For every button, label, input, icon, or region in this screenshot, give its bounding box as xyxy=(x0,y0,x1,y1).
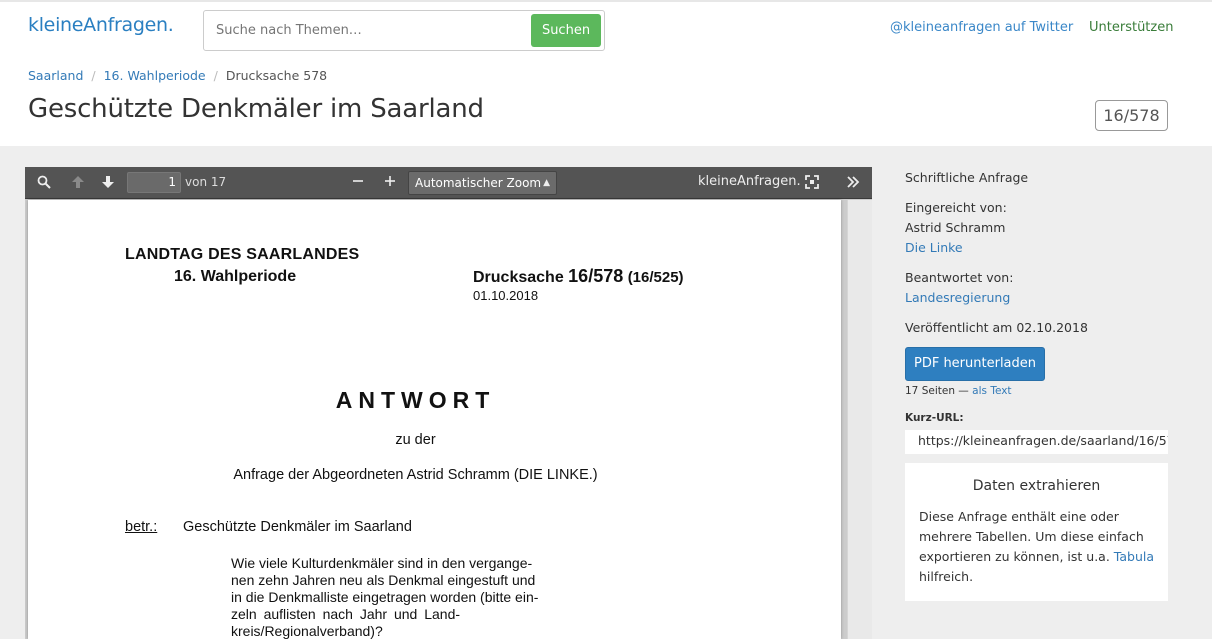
breadcrumb: Saarland / 16. Wahlperiode / Drucksache 578 xyxy=(28,68,327,83)
document-header-landtag: LANDTAG DES SAARLANDES xyxy=(125,246,360,263)
viewer-brand-logo: kleineAnfragen. xyxy=(698,174,801,189)
document-heading: ANTWORT xyxy=(335,387,496,413)
next-page-icon[interactable] xyxy=(97,173,119,193)
pdf-page: LANDTAG DES SAARLANDES 16. Wahlperiode D… xyxy=(28,200,841,639)
zoom-select-value: Automatischer Zoom xyxy=(415,176,542,190)
zoom-in-icon[interactable] xyxy=(379,173,401,193)
breadcrumb-separator: / xyxy=(213,68,218,83)
extract-data-panel: Daten extrahieren Diese Anfrage enthält … xyxy=(905,463,1168,601)
document-betr-title: Geschützte Denkmäler im Saarland xyxy=(183,519,412,535)
document-date: 01.10.2018 xyxy=(473,288,539,303)
download-pdf-button[interactable]: PDF herunterladen xyxy=(905,347,1045,381)
submitter-name: Astrid Schramm xyxy=(905,220,1006,235)
pdf-viewer: 1 von 17 Automatischer Zoom ▲ kleineAnfr… xyxy=(25,167,872,639)
document-question-line: zeln auflisten nach Jahr und Land- xyxy=(231,606,461,622)
site-logo[interactable]: kleineAnfragen. xyxy=(28,14,174,36)
document-betr-label: betr.: xyxy=(125,519,158,535)
extract-data-text: hilfreich. xyxy=(919,569,974,584)
document-question-line: Wie viele Kulturdenkmäler sind in den ve… xyxy=(231,555,533,571)
answering-body-link[interactable]: Landesregierung xyxy=(905,290,1010,305)
submitter-party-link[interactable]: Die Linke xyxy=(905,240,963,255)
top-navigation-bar: kleineAnfragen. Suchen @kleineanfragen a… xyxy=(0,0,1212,56)
document-question-line: nen zehn Jahren neu als Denkmal eingestu… xyxy=(231,572,536,588)
extract-data-title: Daten extrahieren xyxy=(972,478,1101,494)
document-question-line: in die Denkmalliste eingetragen worden (… xyxy=(231,589,539,605)
support-link[interactable]: Unterstützen xyxy=(1089,20,1173,35)
submitted-by-label: Eingereicht von: xyxy=(905,200,1007,215)
document-drucksache: Drucksache 16/578 (16/525) xyxy=(473,266,684,287)
pdf-scrollbar[interactable] xyxy=(847,200,872,639)
pdf-toolbar: 1 von 17 Automatischer Zoom ▲ kleineAnfr… xyxy=(25,167,872,199)
document-question-line: kreis/Regionalverband)? xyxy=(231,623,383,639)
drucksache-number: 16/578 xyxy=(568,266,624,286)
page-info: 17 Seiten — als Text xyxy=(905,385,1012,397)
tabula-link[interactable]: Tabula xyxy=(1114,549,1154,564)
document-zu-der: zu der xyxy=(395,432,436,448)
document-number-badge: 16/578 xyxy=(1095,100,1168,131)
extract-data-text: exportieren zu können, ist u.a. Tabula xyxy=(919,549,1154,564)
as-text-link[interactable]: als Text xyxy=(972,385,1011,397)
zoom-out-icon[interactable] xyxy=(347,173,369,193)
breadcrumb-separator: / xyxy=(91,68,96,83)
extract-data-text: mehrere Tabellen. Um diese einfach xyxy=(919,529,1144,544)
search-button[interactable]: Suchen xyxy=(531,14,601,47)
breadcrumb-wahlperiode[interactable]: 16. Wahlperiode xyxy=(104,68,206,83)
drucksache-prefix: Drucksache xyxy=(473,269,564,286)
short-url-label: Kurz-URL: xyxy=(905,412,964,424)
page-title: Geschützte Denkmäler im Saarland xyxy=(28,94,484,124)
previous-page-icon[interactable] xyxy=(67,173,89,193)
document-type: Schriftliche Anfrage xyxy=(905,170,1029,185)
page-number-input[interactable]: 1 xyxy=(127,172,181,193)
answered-by-label: Beantwortet von: xyxy=(905,270,1014,285)
short-url-field[interactable]: https://kleineanfragen.de/saarland/16/57… xyxy=(905,430,1168,454)
published-date: Veröffentlicht am 02.10.2018 xyxy=(905,320,1088,335)
zoom-select[interactable]: Automatischer Zoom ▲ xyxy=(408,171,557,195)
main-content: 1 von 17 Automatischer Zoom ▲ kleineAnfr… xyxy=(0,146,1212,639)
more-tools-icon[interactable] xyxy=(842,173,864,193)
document-anfrage-line: Anfrage der Abgeordneten Astrid Schramm … xyxy=(233,467,598,483)
page-count-text: 17 Seiten — xyxy=(905,385,969,397)
breadcrumb-saarland[interactable]: Saarland xyxy=(28,68,83,83)
breadcrumb-current: Drucksache 578 xyxy=(225,68,328,83)
page-count-label: von 17 xyxy=(185,175,227,189)
chevron-down-icon: ▲ xyxy=(543,178,550,188)
fullscreen-icon[interactable] xyxy=(801,173,823,193)
search-icon[interactable] xyxy=(33,173,55,193)
search-form: Suche n xyxy=(203,10,605,51)
extract-data-text-prefix: exportieren zu können, ist u.a. xyxy=(919,549,1110,564)
extract-data-text: Diese Anfrage enthält eine oder xyxy=(919,509,1119,524)
search-input[interactable] xyxy=(205,12,531,49)
drucksache-reference: (16/525) xyxy=(627,269,684,286)
document-header-wahlperiode: 16. Wahlperiode xyxy=(174,268,297,285)
twitter-link[interactable]: @kleineanfragen auf Twitter xyxy=(890,20,1073,35)
